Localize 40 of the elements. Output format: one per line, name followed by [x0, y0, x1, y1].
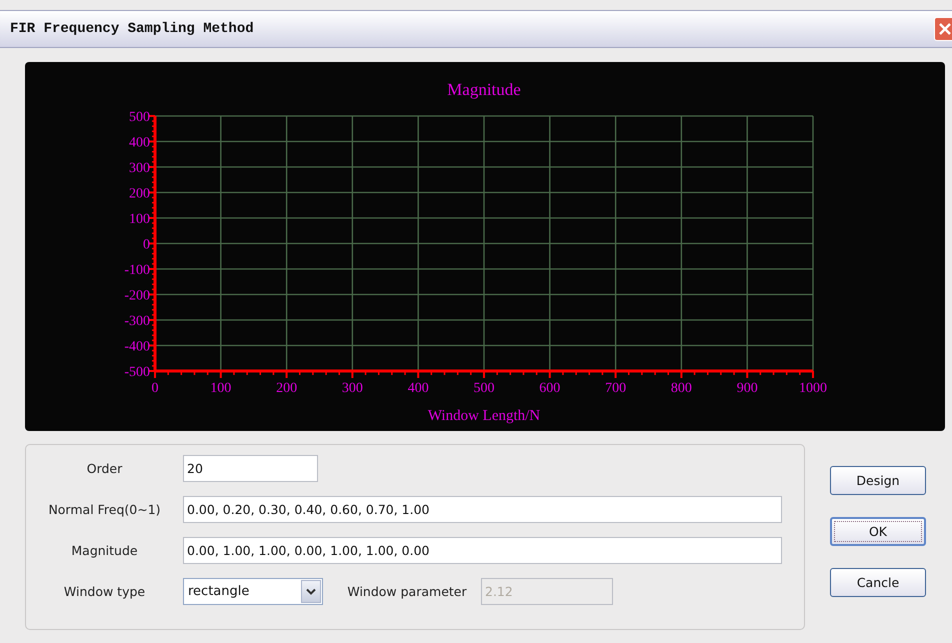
close-icon	[938, 22, 952, 36]
x-tick-label: 800	[670, 381, 692, 396]
y-tick-label: 400	[129, 136, 150, 150]
window-type-dropdown[interactable]: rectangle	[183, 578, 323, 605]
y-tick-label: 200	[129, 186, 150, 202]
x-tick-label: 200	[276, 381, 298, 396]
x-tick-label: 700	[605, 381, 626, 396]
y-tick-label: 0	[143, 238, 150, 252]
x-axis-label: Window Length/N	[428, 408, 540, 424]
cancel-button[interactable]: Cancle	[830, 568, 926, 597]
order-label: Order	[86, 461, 124, 476]
y-tick-label: 300	[129, 161, 150, 176]
y-tick-label: -500	[124, 365, 150, 380]
order-field[interactable]: 20	[183, 455, 318, 482]
ok-button[interactable]: OK	[830, 517, 926, 546]
x-tick-label: 0	[152, 381, 158, 396]
x-tick-label: 400	[408, 381, 429, 396]
magnitude-field[interactable]: 0.00, 1.00, 1.00, 0.00, 1.00, 1.00, 0.00	[183, 537, 782, 564]
normal-freq-label: Normal Freq(0~1)	[47, 502, 162, 517]
close-button[interactable]	[934, 17, 952, 41]
x-tick-label: 300	[342, 381, 363, 396]
window-title: FIR Frequency Sampling Method	[10, 21, 254, 37]
y-tick-label: -100	[124, 263, 150, 278]
y-tick-label: -300	[124, 314, 150, 329]
y-tick-label: 500	[129, 110, 150, 125]
design-button[interactable]: Design	[830, 466, 926, 495]
magnitude-label: Magnitude	[70, 543, 139, 558]
window-type-label: Window type	[62, 584, 146, 599]
chevron-down-icon	[306, 588, 316, 596]
y-tick-label: -400	[124, 340, 150, 354]
y-tick-label: -200	[124, 288, 150, 304]
chart-title: Magnitude	[447, 80, 521, 99]
x-tick-label: 900	[736, 381, 758, 396]
normal-freq-field[interactable]: 0.00, 0.20, 0.30, 0.40, 0.60, 0.70, 1.00	[183, 496, 782, 523]
x-tick-label: 500	[474, 381, 494, 396]
window-parameter-label: Window parameter	[346, 584, 468, 599]
y-tick-label: 100	[129, 212, 150, 227]
x-tick-label: 100	[210, 381, 232, 396]
x-tick-label: 1000	[799, 381, 827, 396]
x-tick-label: 600	[539, 381, 560, 396]
